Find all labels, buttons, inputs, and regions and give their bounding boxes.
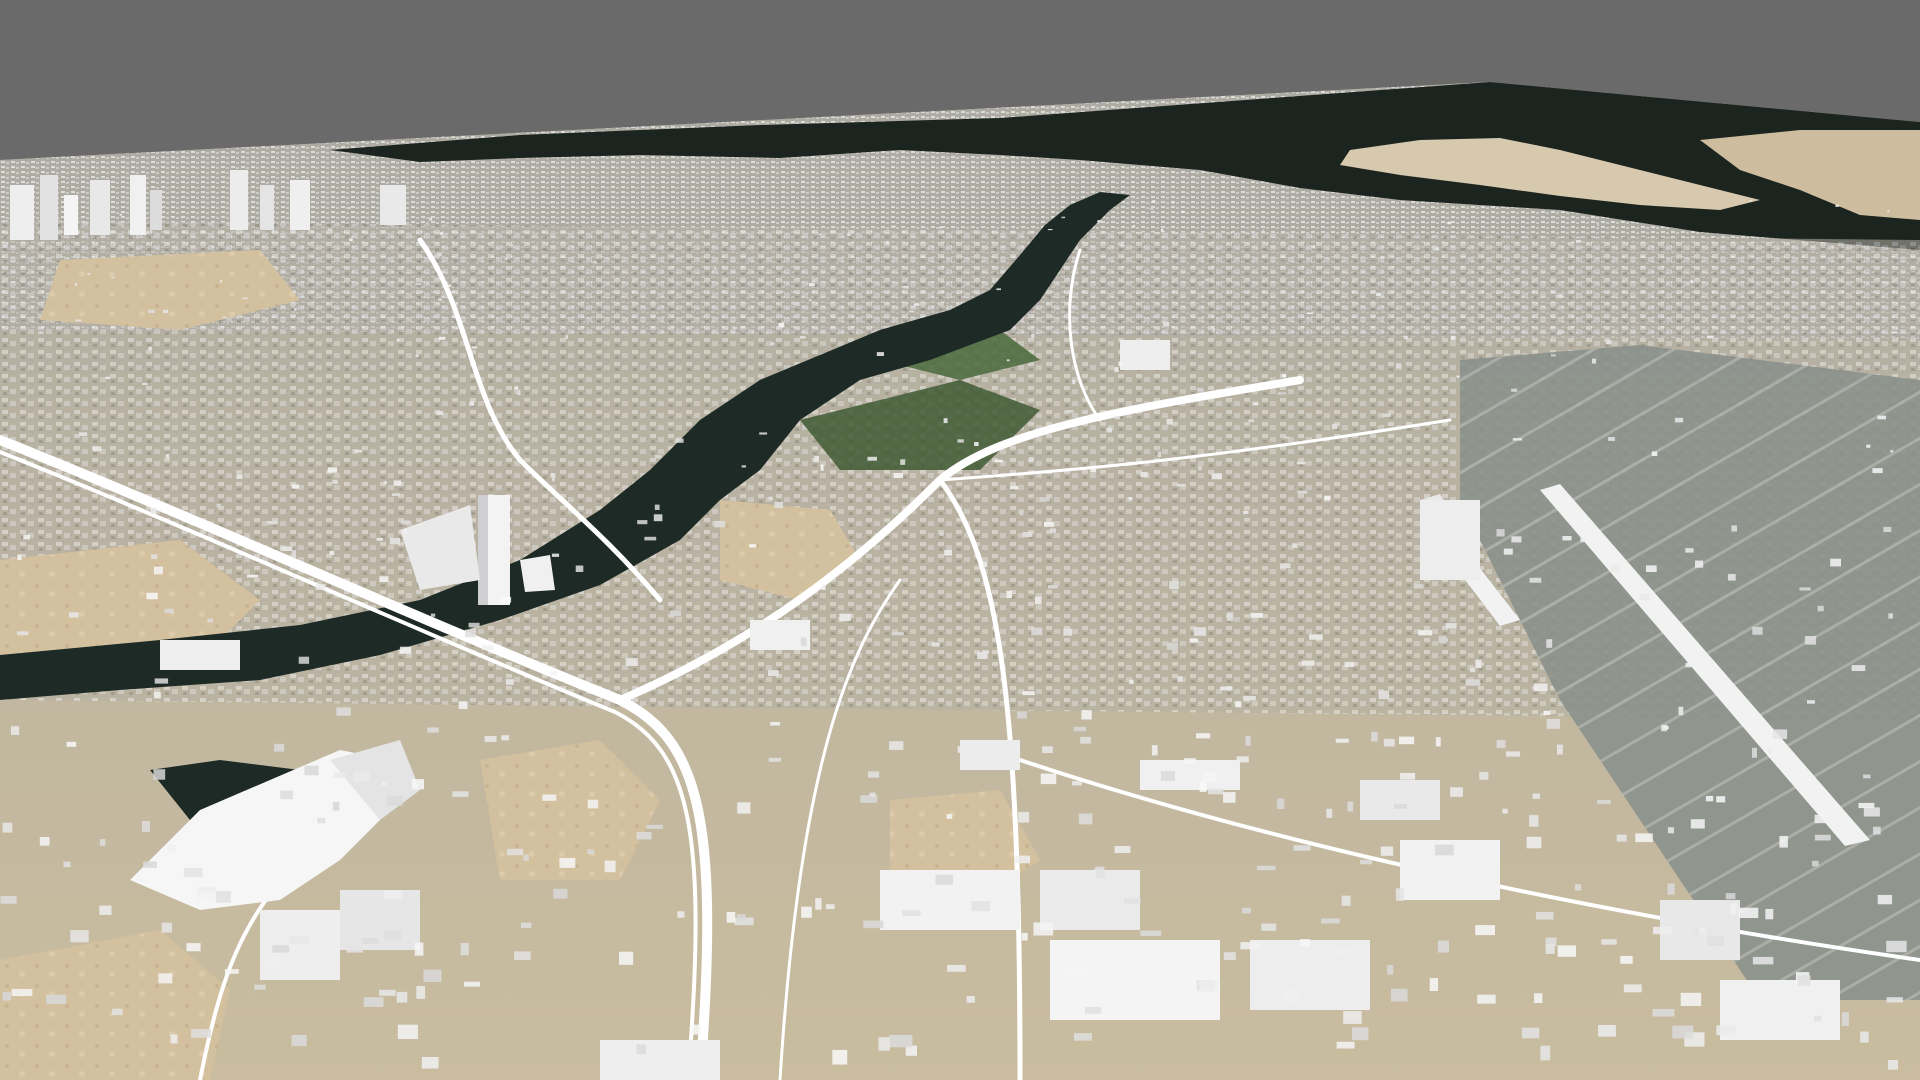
map-viewport[interactable] xyxy=(0,0,1920,1080)
city-3d-scene[interactable] xyxy=(0,0,1920,1080)
